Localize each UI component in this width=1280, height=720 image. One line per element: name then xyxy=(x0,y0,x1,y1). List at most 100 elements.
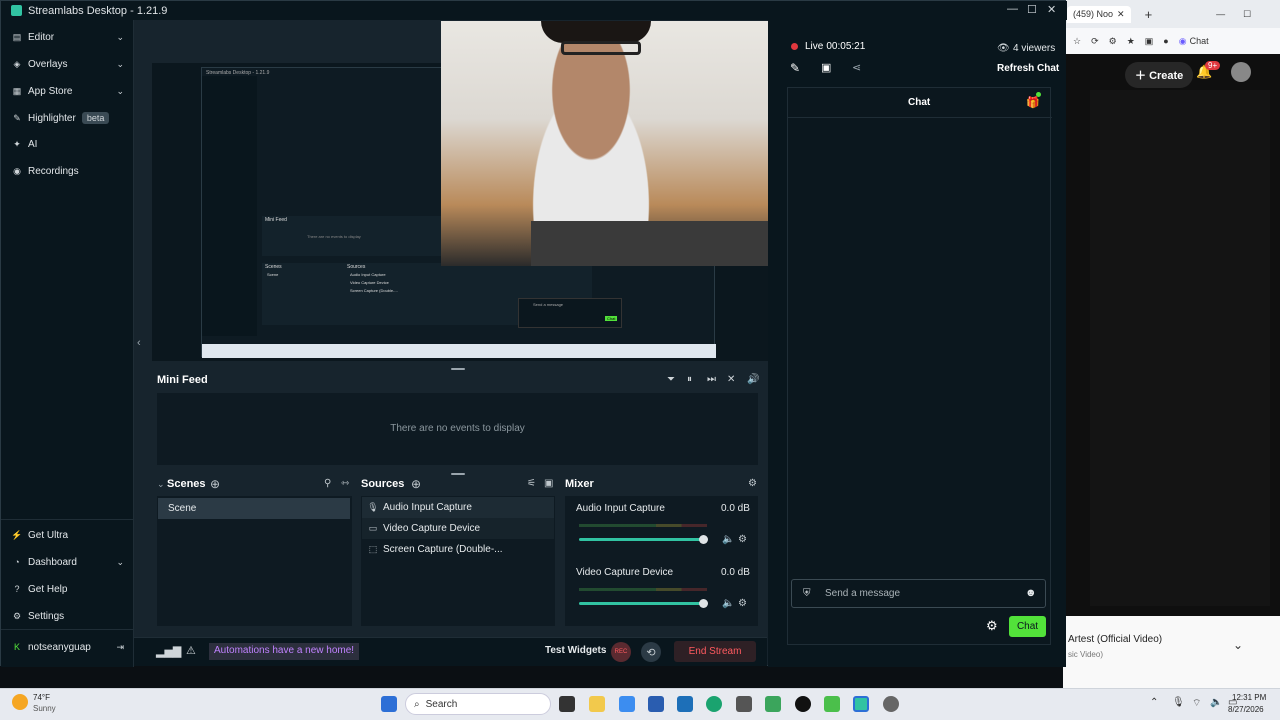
add-scene-icon[interactable]: ⊕ xyxy=(210,477,220,491)
end-stream-button[interactable]: End Stream xyxy=(674,641,756,662)
gear-icon[interactable]: ⚙ xyxy=(748,478,757,489)
skip-icon[interactable]: ⏭ xyxy=(707,374,716,385)
weather-icon[interactable] xyxy=(12,694,28,710)
webcam-source[interactable] xyxy=(441,21,768,266)
gift-icon[interactable]: 🎁 xyxy=(1026,96,1040,109)
resize-handle[interactable] xyxy=(451,473,465,475)
chat-send-button[interactable]: Chat xyxy=(1009,616,1046,637)
edit-stream-info-icon[interactable]: ✎ xyxy=(790,61,800,75)
outlook-icon[interactable] xyxy=(677,696,693,712)
store-icon[interactable] xyxy=(648,696,664,712)
speaker-icon[interactable]: 🔈 xyxy=(722,598,734,609)
profile-icon[interactable]: ● xyxy=(1163,36,1168,46)
sidebar-item-highlighter[interactable]: ✎ Highlighter beta xyxy=(1,107,134,129)
app-icon[interactable] xyxy=(736,696,752,712)
sidebar-item-app-store[interactable]: ▦ App Store ⌄ xyxy=(1,80,134,102)
edge-icon[interactable] xyxy=(706,696,722,712)
source-properties-icon[interactable]: ⚟ xyxy=(527,478,536,489)
replay-buffer-icon[interactable]: ⟲ xyxy=(641,642,661,662)
source-item[interactable]: 🎙 Audio Input Capture xyxy=(362,497,554,518)
close-icon[interactable]: ✕ xyxy=(1117,9,1125,20)
minimize-button[interactable]: — xyxy=(1007,3,1018,15)
sidebar-item-settings[interactable]: ⚙ Settings xyxy=(1,605,134,627)
app-icon[interactable] xyxy=(795,696,811,712)
sidebar-item-recordings[interactable]: ◉ Recordings xyxy=(1,160,134,182)
collections-icon[interactable]: ▣ xyxy=(1145,36,1154,47)
add-folder-icon[interactable]: ▣ xyxy=(544,478,553,489)
app-icon[interactable] xyxy=(824,696,840,712)
refresh-icon[interactable]: ⟳ xyxy=(1091,36,1099,47)
settings-icon[interactable] xyxy=(883,696,899,712)
sidebar-item-editor[interactable]: ▤ Editor ⌄ xyxy=(1,26,134,48)
video-player[interactable] xyxy=(1090,90,1270,606)
clock-time[interactable]: 12:31 PM xyxy=(1232,693,1266,702)
wifi-icon[interactable]: ⌔ xyxy=(1192,697,1201,710)
mute-alerts-icon[interactable]: ✕ xyxy=(727,374,735,385)
test-widgets-button[interactable]: Test Widgets xyxy=(545,645,606,656)
weather-condition: Sunny xyxy=(33,704,56,713)
task-view-icon[interactable] xyxy=(559,696,575,712)
speaker-icon[interactable]: 🔈 xyxy=(722,534,734,545)
file-explorer-icon[interactable] xyxy=(589,696,605,712)
source-item[interactable]: ⬚ Screen Capture (Double-... xyxy=(362,539,554,560)
transition-icon[interactable]: ⇿ xyxy=(341,478,349,489)
create-button[interactable]: ＋ Create xyxy=(1125,62,1194,88)
tray-chevron-icon[interactable]: ⌃ xyxy=(1150,697,1158,708)
volume-icon[interactable]: 🔊 xyxy=(747,374,759,385)
alert-icon[interactable]: ⚠ xyxy=(186,644,196,657)
gear-icon[interactable]: ⚙ xyxy=(986,618,998,634)
windows-start-icon[interactable] xyxy=(381,696,397,712)
maximize-button[interactable]: ☐ xyxy=(1027,3,1037,16)
source-item[interactable]: ▭ Video Capture Device xyxy=(362,518,554,539)
share-icon[interactable]: ⋖ xyxy=(852,61,861,74)
volume-slider[interactable] xyxy=(579,538,703,541)
browser-minimize-icon[interactable]: — xyxy=(1216,9,1225,19)
sidebar-item-get-ultra[interactable]: ⚡ Get Ultra xyxy=(1,524,134,546)
browser-tab[interactable]: (459) Noo ✕ xyxy=(1067,5,1131,23)
extensions-icon[interactable]: ⚙ xyxy=(1109,36,1117,47)
close-button[interactable]: ✕ xyxy=(1047,3,1056,16)
sidebar-item-overlays[interactable]: ◈ Overlays ⌄ xyxy=(1,53,134,75)
app-icon[interactable] xyxy=(765,696,781,712)
filter-icon[interactable]: ⏷ xyxy=(667,374,675,385)
copilot-icon[interactable] xyxy=(619,696,635,712)
sidebar-item-ai[interactable]: ✦ AI xyxy=(1,133,134,155)
logout-icon[interactable]: ⇥ xyxy=(116,642,124,653)
emoji-icon[interactable]: ☻ xyxy=(1025,587,1037,599)
sidebar-item-get-help[interactable]: ? Get Help xyxy=(1,578,134,600)
performance-icon[interactable]: ▂▅▇ xyxy=(156,645,181,658)
volume-slider-knob[interactable] xyxy=(699,535,708,544)
volume-slider-knob[interactable] xyxy=(699,599,708,608)
chat-message-input[interactable]: ⛨ Send a message ☻ xyxy=(791,579,1046,608)
new-tab-icon[interactable]: + xyxy=(1145,7,1153,22)
sidebar-user[interactable]: Knotseanyguap ⇥ xyxy=(1,636,134,658)
gear-icon[interactable]: ⚙ xyxy=(738,534,747,545)
microphone-icon[interactable]: 🎙 xyxy=(1172,697,1185,708)
add-source-icon[interactable]: ⊕ xyxy=(411,477,421,491)
sidebar-item-dashboard[interactable]: ◔ Dashboard ⌄ xyxy=(1,551,134,573)
chevron-down-icon[interactable]: ⌄ xyxy=(157,479,165,490)
scene-item[interactable]: Scene xyxy=(158,498,350,519)
star-icon[interactable]: ☆ xyxy=(1073,36,1081,47)
pause-icon[interactable]: ⏸ xyxy=(687,374,692,385)
copilot-chat-button[interactable]: ◉ Chat xyxy=(1179,36,1209,47)
collapse-left-icon[interactable]: ‹ xyxy=(137,337,141,349)
dashboard-window-icon[interactable]: ▣ xyxy=(821,61,831,74)
avatar[interactable] xyxy=(1231,62,1251,82)
clock-date[interactable]: 8/27/2026 xyxy=(1228,705,1264,714)
pin-icon[interactable]: ⚲ xyxy=(324,478,331,489)
gear-icon[interactable]: ⚙ xyxy=(738,598,747,609)
favorites-icon[interactable]: ★ xyxy=(1127,36,1135,47)
app-store-icon: ▦ xyxy=(12,85,22,96)
record-button[interactable]: REC xyxy=(611,642,631,662)
browser-maximize-icon[interactable]: ☐ xyxy=(1243,9,1251,20)
automations-notice[interactable]: Automations have a new home! xyxy=(209,643,360,660)
taskbar-search[interactable]: ⌕ Search xyxy=(405,693,551,715)
chevron-down-icon[interactable]: ⌄ xyxy=(1233,638,1243,652)
speaker-icon[interactable]: 🔈 xyxy=(1210,697,1222,708)
resize-handle[interactable] xyxy=(451,368,465,370)
refresh-chat-button[interactable]: Refresh Chat xyxy=(997,63,1059,74)
streamlabs-taskbar-icon[interactable] xyxy=(853,696,869,712)
volume-slider[interactable] xyxy=(579,602,703,605)
video-card[interactable]: Artest (Official Video) sic Video) ⌄ xyxy=(1063,616,1280,688)
